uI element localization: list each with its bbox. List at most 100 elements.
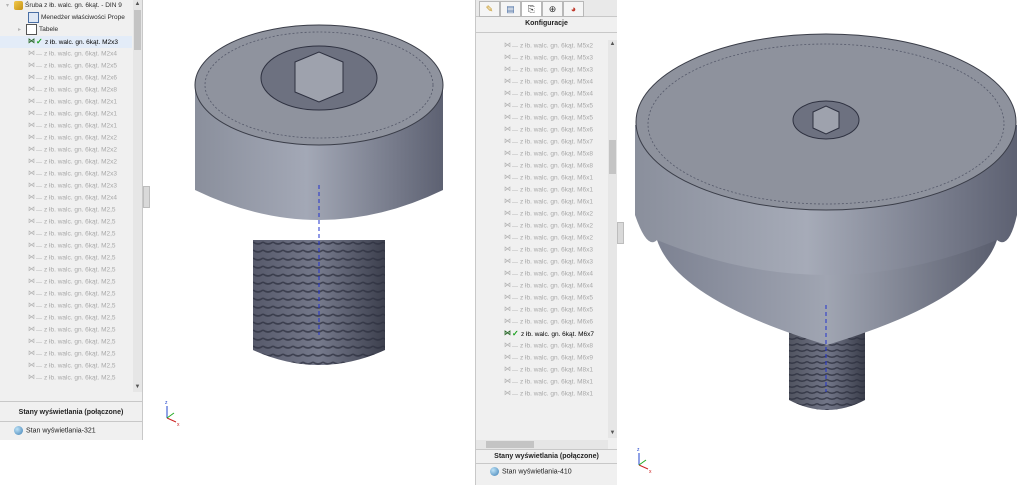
config-item[interactable]: ⋈— z łb. walc. gn. 6kąt. M2x3 — [0, 180, 132, 192]
config-item[interactable]: ⋈— z łb. walc. gn. 6kąt. M2x4 — [0, 48, 132, 60]
config-item[interactable]: ⋈— z łb. walc. gn. 6kąt. M2,5 — [0, 336, 132, 348]
config-item[interactable]: ⋈— z łb. walc. gn. 6kąt. M5x6 — [476, 124, 607, 136]
tab-display-manager[interactable]: ◕ — [563, 1, 584, 17]
config-item[interactable]: ⋈— z łb. walc. gn. 6kąt. M2,5 — [0, 300, 132, 312]
config-item-label: z łb. walc. gn. 6kąt. M2,5 — [44, 338, 116, 346]
config-item[interactable]: ⋈— z łb. walc. gn. 6kąt. M5x4 — [476, 88, 607, 100]
right-horizontal-scrollbar[interactable] — [476, 440, 608, 449]
countersunk-screw-model: z x — [635, 33, 1017, 475]
right-vertical-scrollbar[interactable]: ▲ ▼ — [608, 40, 617, 438]
left-graphics-viewport[interactable]: z x — [143, 0, 475, 440]
config-item[interactable]: ⋈— z łb. walc. gn. 6kąt. M2x1 — [0, 96, 132, 108]
config-item[interactable]: ⋈— z łb. walc. gn. 6kąt. M2x2 — [0, 156, 132, 168]
horizontal-scrollbar-thumb[interactable] — [486, 441, 534, 448]
config-item[interactable]: ⋈— z łb. walc. gn. 6kąt. M6x4 — [476, 280, 607, 292]
scroll-up-icon[interactable]: ▲ — [608, 40, 617, 49]
inactive-dash-icon: — — [512, 151, 518, 158]
config-item-label: z łb. walc. gn. 6kąt. M2x1 — [44, 122, 117, 130]
config-item[interactable]: ⋈— z łb. walc. gn. 6kąt. M6x6 — [476, 316, 607, 328]
config-item[interactable]: ⋈— z łb. walc. gn. 6kąt. M2x4 — [0, 192, 132, 204]
config-item[interactable]: ⋈— z łb. walc. gn. 6kąt. M6x4 — [476, 268, 607, 280]
config-item[interactable]: ⋈— z łb. walc. gn. 6kąt. M2,5 — [0, 228, 132, 240]
config-item[interactable]: ⋈— z łb. walc. gn. 6kąt. M5x2 — [476, 40, 607, 52]
scroll-down-icon[interactable]: ▼ — [608, 429, 617, 438]
tab-feature-manager[interactable]: ✎ — [479, 1, 500, 17]
config-item[interactable]: ⋈— z łb. walc. gn. 6kąt. M6x5 — [476, 292, 607, 304]
inactive-dash-icon: — — [512, 295, 518, 302]
config-item[interactable]: ⋈— z łb. walc. gn. 6kąt. M6x2 — [476, 232, 607, 244]
config-item[interactable]: ⋈— z łb. walc. gn. 6kąt. M2x1 — [0, 120, 132, 132]
config-item-active[interactable]: ⋈✓ z łb. walc. gn. 6kąt. M6x7 — [476, 328, 607, 340]
scrollbar-thumb[interactable] — [609, 140, 616, 174]
config-icon: ⋈ — [504, 114, 511, 121]
config-item[interactable]: ⋈— z łb. walc. gn. 6kąt. M2,5 — [0, 324, 132, 336]
config-item[interactable]: ⋈— z łb. walc. gn. 6kąt. M5x3 — [476, 64, 607, 76]
display-state-item[interactable]: Stan wyświetlania-321 — [14, 426, 96, 435]
config-item-active[interactable]: ⋈✓ z łb. walc. gn. 6kąt. M2x3 — [0, 36, 132, 48]
config-item[interactable]: ⋈— z łb. walc. gn. 6kąt. M2x5 — [0, 60, 132, 72]
config-item[interactable]: ⋈— z łb. walc. gn. 6kąt. M6x9 — [476, 352, 607, 364]
config-item[interactable]: ⋈— z łb. walc. gn. 6kąt. M6x8 — [476, 340, 607, 352]
display-state-item[interactable]: Stan wyświetlania-410 — [490, 467, 572, 476]
config-item[interactable]: ⋈— z łb. walc. gn. 6kąt. M5x3 — [476, 52, 607, 64]
config-item[interactable]: ⋈— z łb. walc. gn. 6kąt. M6x8 — [476, 160, 607, 172]
config-item[interactable]: ⋈— z łb. walc. gn. 6kąt. M2x3 — [0, 168, 132, 180]
config-item[interactable]: ⋈— z łb. walc. gn. 6kąt. M8x1 — [476, 376, 607, 388]
config-item[interactable]: ⋈— z łb. walc. gn. 6kąt. M6x3 — [476, 256, 607, 268]
config-item[interactable]: ⋈— z łb. walc. gn. 6kąt. M5x4 — [476, 76, 607, 88]
tab-configuration-manager[interactable]: ⎘ — [521, 1, 542, 17]
config-item[interactable]: ⋈— z łb. walc. gn. 6kąt. M2x2 — [0, 132, 132, 144]
config-item[interactable]: ⋈— z łb. walc. gn. 6kąt. M2,5 — [0, 264, 132, 276]
config-item[interactable]: ⋈— z łb. walc. gn. 6kąt. M2x8 — [0, 84, 132, 96]
scroll-up-icon[interactable]: ▲ — [133, 0, 142, 9]
config-item[interactable]: ⋈— z łb. walc. gn. 6kąt. M6x3 — [476, 244, 607, 256]
left-vertical-scrollbar[interactable]: ▲ ▼ — [133, 0, 142, 392]
config-item[interactable]: ⋈— z łb. walc. gn. 6kąt. M2,5 — [0, 252, 132, 264]
config-item[interactable]: ⋈— z łb. walc. gn. 6kąt. M5x7 — [476, 136, 607, 148]
config-item[interactable]: ⋈— z łb. walc. gn. 6kąt. M2,5 — [0, 288, 132, 300]
config-item[interactable]: ⋈— z łb. walc. gn. 6kąt. M2,5 — [0, 240, 132, 252]
config-item[interactable]: ⋈— z łb. walc. gn. 6kąt. M2,5 — [0, 372, 132, 384]
config-item[interactable]: ⋈— z łb. walc. gn. 6kąt. M5x5 — [476, 112, 607, 124]
tree-node-property-manager[interactable]: Menedżer właściwości Prope — [0, 12, 132, 24]
config-item[interactable]: ⋈— z łb. walc. gn. 6kąt. M5x8 — [476, 148, 607, 160]
inactive-dash-icon: — — [512, 91, 518, 98]
right-graphics-viewport[interactable]: z x — [617, 0, 1024, 485]
config-item[interactable]: ⋈— z łb. walc. gn. 6kąt. M2,5 — [0, 204, 132, 216]
inactive-dash-icon: — — [512, 79, 518, 86]
triad-axes: z x — [637, 447, 652, 475]
config-icon: ⋈ — [504, 246, 511, 253]
config-item[interactable]: ⋈— z łb. walc. gn. 6kąt. M6x2 — [476, 220, 607, 232]
config-item[interactable]: ⋈— z łb. walc. gn. 6kąt. M8x1 — [476, 388, 607, 400]
expand-arrow-icon[interactable]: ▸ — [18, 24, 26, 36]
config-item[interactable]: ⋈— z łb. walc. gn. 6kąt. M2x2 — [0, 144, 132, 156]
config-item[interactable]: ⋈— z łb. walc. gn. 6kąt. M6x1 — [476, 184, 607, 196]
scroll-down-icon[interactable]: ▼ — [133, 383, 142, 392]
config-item[interactable]: ⋈— z łb. walc. gn. 6kąt. M2,5 — [0, 312, 132, 324]
config-item[interactable]: ⋈— z łb. walc. gn. 6kąt. M2,5 — [0, 216, 132, 228]
tree-root-item[interactable]: ▾ Śruba z łb. walc. gn. 6kąt. - DIN 9 — [0, 0, 132, 12]
config-item[interactable]: ⋈— z łb. walc. gn. 6kąt. M2,5 — [0, 360, 132, 372]
config-item[interactable]: ⋈— z łb. walc. gn. 6kąt. M2x6 — [0, 72, 132, 84]
property-manager-icon: ▤ — [506, 4, 515, 14]
config-item[interactable]: ⋈— z łb. walc. gn. 6kąt. M6x5 — [476, 304, 607, 316]
config-item[interactable]: ⋈— z łb. walc. gn. 6kąt. M5x5 — [476, 100, 607, 112]
config-item[interactable]: ⋈— z łb. walc. gn. 6kąt. M2,5 — [0, 276, 132, 288]
config-item[interactable]: ⋈— z łb. walc. gn. 6kąt. M2,5 — [0, 348, 132, 360]
tab-property-manager[interactable]: ▤ — [500, 1, 521, 17]
inactive-dash-icon: — — [512, 223, 518, 230]
tab-dimxpert[interactable]: ⊕ — [542, 1, 563, 17]
tree-node-tables[interactable]: ▸ Tabele — [0, 24, 132, 36]
config-icon: ⋈ — [504, 138, 511, 145]
config-icon: ⋈ — [28, 266, 35, 273]
expand-arrow-icon[interactable]: ▾ — [6, 0, 14, 12]
scrollbar-thumb[interactable] — [134, 10, 141, 50]
config-item[interactable]: ⋈— z łb. walc. gn. 6kąt. M6x1 — [476, 172, 607, 184]
config-item[interactable]: ⋈— z łb. walc. gn. 6kąt. M6x2 — [476, 208, 607, 220]
config-item[interactable]: ⋈— z łb. walc. gn. 6kąt. M6x1 — [476, 196, 607, 208]
config-item[interactable]: ⋈— z łb. walc. gn. 6kąt. M2x1 — [0, 108, 132, 120]
panel-collapse-handle[interactable] — [143, 186, 150, 208]
config-item-label: z łb. walc. gn. 6kąt. M2x3 — [44, 182, 117, 190]
config-item[interactable]: ⋈— z łb. walc. gn. 6kąt. M8x1 — [476, 364, 607, 376]
panel-collapse-handle[interactable] — [617, 222, 624, 244]
